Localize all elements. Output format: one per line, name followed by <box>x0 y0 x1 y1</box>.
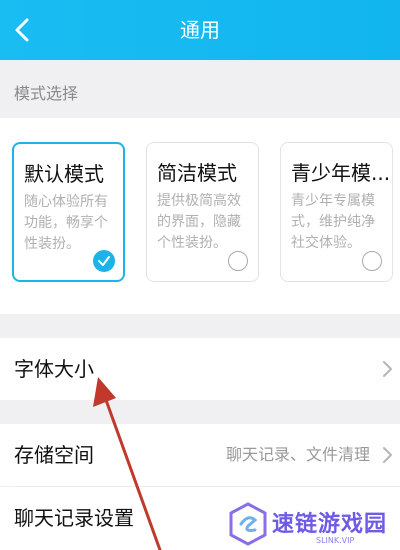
radio-unchecked-icon <box>362 251 382 271</box>
mode-title: 默认模式 <box>24 162 104 186</box>
watermark-emblem-icon <box>229 502 267 546</box>
page-title: 通用 <box>180 18 220 42</box>
watermark-logo: 速链游戏园 SLINK.VIP <box>228 500 400 550</box>
mode-title: 简洁模式 <box>157 161 237 185</box>
font-size-row[interactable]: 字体大小 <box>0 338 400 400</box>
mode-card-simple[interactable]: 简洁模式 提供极简高效的界面，隐藏个性装扮。 <box>146 142 259 282</box>
mode-selector: 默认模式 随心体验所有功能，畅享个性装扮。 简洁模式 提供极简高效的界面，隐藏个… <box>0 118 400 314</box>
section-label-mode: 模式选择 <box>14 84 79 103</box>
mode-description: 青少年专属模式，维护纯净社交体验。 <box>291 193 375 251</box>
storage-label: 存储空间 <box>14 443 94 467</box>
storage-row[interactable]: 存储空间 聊天记录、文件清理 <box>0 424 400 486</box>
mode-title: 青少年模... <box>291 161 391 185</box>
font-size-label: 字体大小 <box>14 357 94 381</box>
storage-value: 聊天记录、文件清理 <box>225 445 370 464</box>
watermark-text: 速链游戏园 <box>272 512 388 537</box>
chevron-right-icon <box>383 361 392 377</box>
mode-card-teen[interactable]: 青少年模... 青少年专属模式，维护纯净社交体验。 <box>280 142 393 282</box>
radio-unchecked-icon <box>228 251 248 271</box>
mode-description: 随心体验所有功能，畅享个性装扮。 <box>24 194 108 252</box>
mode-description: 提供极简高效的界面，隐藏个性装扮。 <box>157 193 241 251</box>
check-icon <box>93 250 115 272</box>
chevron-right-icon <box>383 447 392 463</box>
chat-settings-label: 聊天记录设置 <box>14 506 134 530</box>
header-bar: 通用 <box>0 0 400 60</box>
mode-card-default[interactable]: 默认模式 随心体验所有功能，畅享个性装扮。 <box>12 142 125 282</box>
watermark-subtext: SLINK.VIP <box>316 536 355 545</box>
